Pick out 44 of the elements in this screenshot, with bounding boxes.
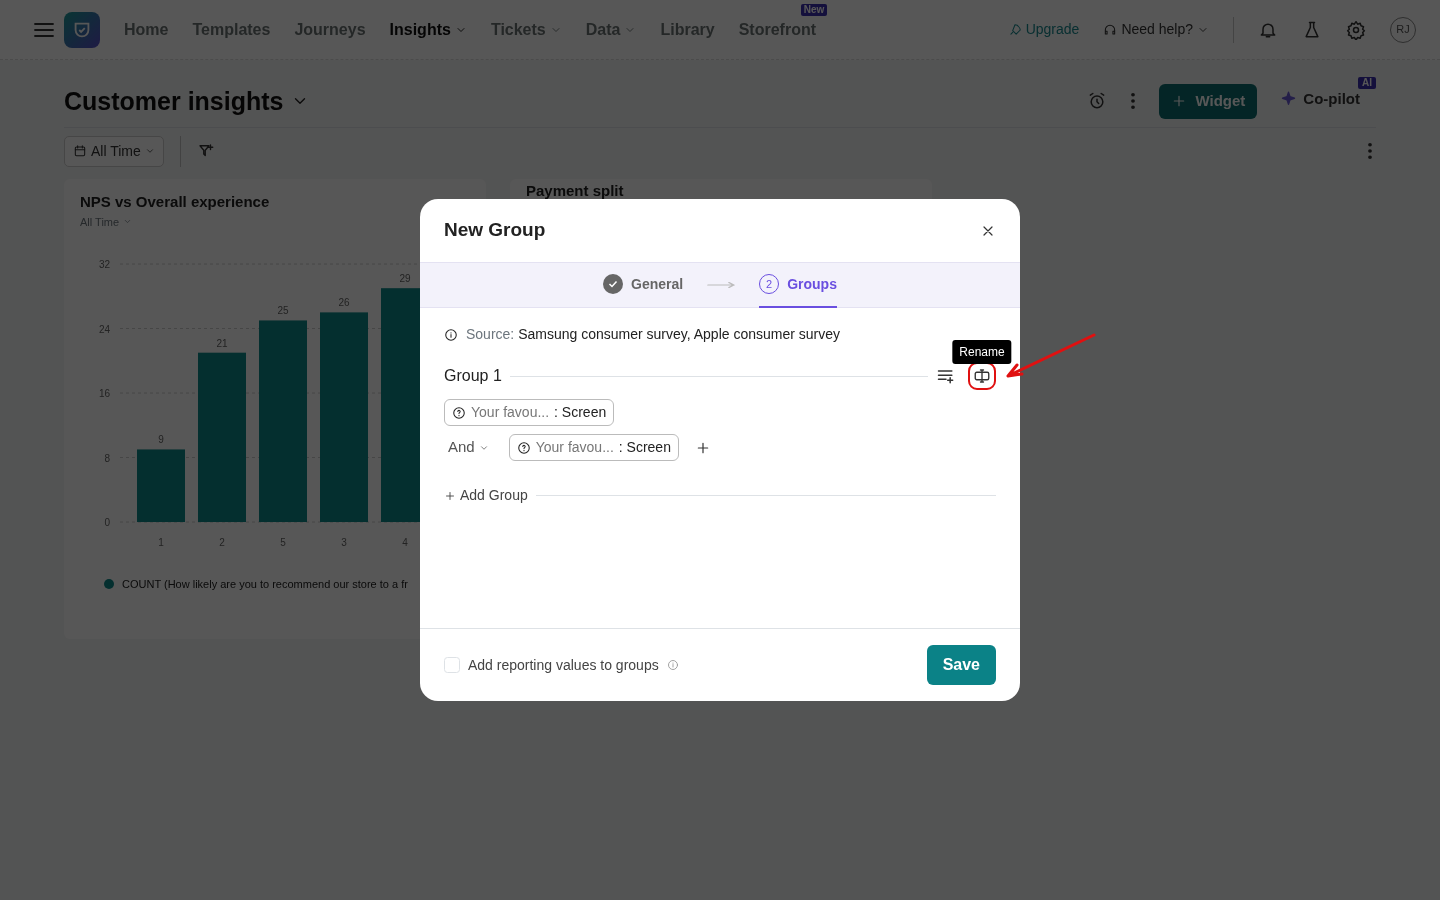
condition-chip[interactable]: Your favou... : Screen xyxy=(508,434,679,461)
help-icon xyxy=(516,440,531,455)
settings-icon xyxy=(1346,19,1366,40)
plus-icon xyxy=(444,489,456,502)
calendar-icon xyxy=(73,144,87,158)
condition-chip[interactable]: Your favou... : Screen xyxy=(444,399,615,426)
headset-icon xyxy=(1103,22,1118,37)
caret-icon xyxy=(144,146,155,156)
more-button[interactable] xyxy=(1368,143,1372,159)
connector-dropdown[interactable]: And xyxy=(444,436,493,459)
more-icon xyxy=(1368,143,1372,159)
help-icon xyxy=(452,405,466,420)
card-title: Payment split xyxy=(526,181,625,200)
ai-badge: AI xyxy=(1358,77,1376,90)
save-button[interactable]: Save xyxy=(926,645,996,685)
group-name: Group 1 xyxy=(444,366,502,386)
checkbox-label: Add reporting values to groups xyxy=(468,655,659,675)
add-group-button[interactable]: Add Group xyxy=(444,485,528,506)
icon-button[interactable] xyxy=(1346,19,1366,40)
icon-button[interactable] xyxy=(1302,19,1322,40)
logo-icon xyxy=(64,11,100,48)
source-text: Source: Samsung consumer survey, Apple consumer survey xyxy=(466,325,841,344)
nav-link[interactable]: Insights xyxy=(389,17,467,42)
rename-icon xyxy=(973,367,991,385)
info-icon xyxy=(444,327,458,342)
step-tab[interactable]: 2 Groups xyxy=(759,262,837,308)
help-button[interactable]: Need help? xyxy=(1103,19,1209,40)
more-button[interactable] xyxy=(1131,93,1136,110)
more-icon xyxy=(1131,93,1136,110)
new-badge: New xyxy=(800,3,828,16)
flask-icon xyxy=(1302,19,1322,40)
tooltip: Rename xyxy=(952,340,1012,364)
modal-title: New Group xyxy=(444,219,546,242)
checkbox[interactable] xyxy=(444,657,460,673)
step-tab[interactable]: General xyxy=(603,262,684,308)
page-title: Customer insights xyxy=(64,86,284,117)
legend-label: COUNT (How likely are you to recommend our store to a fr xyxy=(122,576,408,592)
info-icon xyxy=(666,659,679,671)
add-widget-button[interactable]: Widget xyxy=(1159,84,1258,119)
copilot-button[interactable]: Co-pilot xyxy=(1281,88,1360,111)
check-icon xyxy=(603,274,624,294)
card-title: NPS vs Overall experience xyxy=(80,192,271,211)
upgrade-link[interactable]: Upgrade xyxy=(1007,19,1080,40)
date-filter[interactable]: All Time xyxy=(64,135,164,167)
